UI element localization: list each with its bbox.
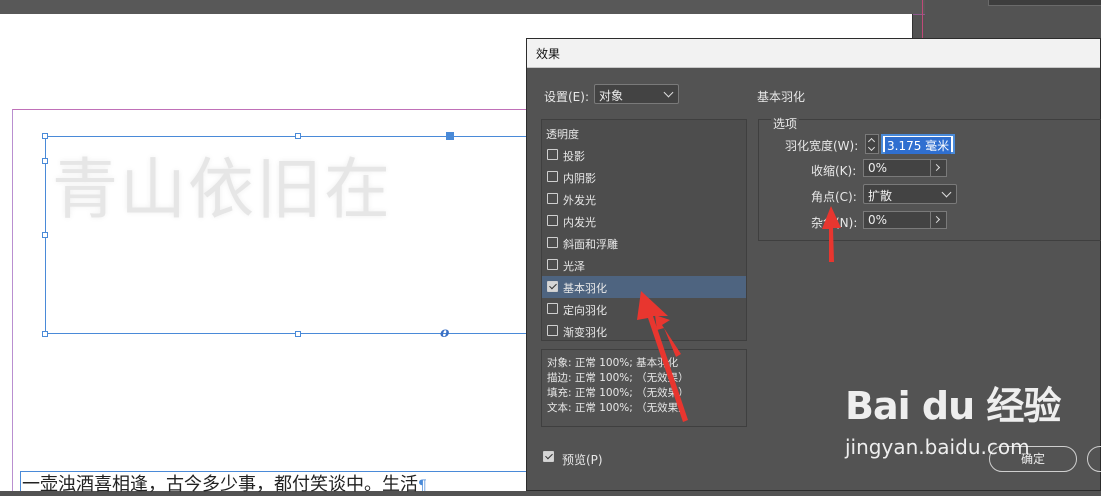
effect-item-basic-feather[interactable]: 基本羽化 xyxy=(542,276,746,298)
dialog-title: 效果 xyxy=(536,47,561,61)
effect-item-satin[interactable]: 光泽 xyxy=(542,254,746,276)
dialog-titlebar[interactable]: 效果 xyxy=(527,39,1100,68)
frame-handle-bottom-center[interactable] xyxy=(295,331,301,337)
feather-width-label: 羽化宽度(W): xyxy=(785,139,859,153)
effect-item-inner-shadow[interactable]: 内阴影 xyxy=(542,166,746,188)
effect-checkbox[interactable] xyxy=(547,259,558,270)
settings-select-value: 对象 xyxy=(599,89,624,103)
panel-tab[interactable] xyxy=(988,0,1101,6)
effects-list: 透明度 投影 内阴影 外发光 内发光 斜面和浮雕 光泽 基本羽化 定向羽化 渐变… xyxy=(541,119,747,341)
feather-width-input[interactable]: 3.175 毫米 xyxy=(881,134,955,154)
effect-checkbox[interactable] xyxy=(547,149,558,160)
effect-checkbox-checked[interactable] xyxy=(547,281,558,292)
effect-checkbox[interactable] xyxy=(547,171,558,182)
frame-handle-left-upper[interactable] xyxy=(42,158,48,164)
effect-item-directional-feather[interactable]: 定向羽化 xyxy=(542,298,746,320)
chevron-right-icon[interactable] xyxy=(930,160,946,176)
noise-input[interactable]: 0% xyxy=(863,211,947,229)
chevron-down-icon xyxy=(663,87,674,98)
noise-label: 杂色(N): xyxy=(811,216,858,230)
anchor-marker: o xyxy=(440,325,450,341)
chevron-right-icon[interactable] xyxy=(930,212,946,228)
effect-label: 基本羽化 xyxy=(563,282,607,295)
corners-select[interactable]: 扩散 xyxy=(863,184,957,204)
feather-width-stepper[interactable] xyxy=(865,134,879,154)
effects-summary: 对象: 正常 100%; 基本羽化 描边: 正常 100%; （无效果） 填充:… xyxy=(541,349,747,427)
effect-label: 投影 xyxy=(563,150,585,163)
body-text[interactable]: 一壶浊酒喜相逢，古今多少事，都付笑谈中。生活¶ xyxy=(22,470,427,496)
effect-checkbox[interactable] xyxy=(547,303,558,314)
pasteboard-top xyxy=(0,0,925,15)
chevron-down-icon[interactable] xyxy=(867,143,876,152)
effect-checkbox[interactable] xyxy=(547,237,558,248)
effect-item-transparency[interactable]: 透明度 xyxy=(542,122,746,144)
preview-checkbox[interactable] xyxy=(543,451,554,462)
summary-object: 对象: 正常 100%; 基本羽化 xyxy=(547,357,679,369)
effects-dialog: 效果 设置(E): 对象 基本羽化 透明度 投影 内阴影 外发光 内发光 斜面和… xyxy=(526,38,1101,491)
effect-label: 内发光 xyxy=(563,216,596,229)
effect-checkbox[interactable] xyxy=(547,193,558,204)
preview-label: 预览(P) xyxy=(562,453,603,467)
corners-label: 角点(C): xyxy=(811,190,857,204)
cancel-button[interactable] xyxy=(1087,446,1101,472)
paragraph-mark: ¶ xyxy=(418,478,427,494)
feather-width-value: 3.175 毫米 xyxy=(885,137,952,154)
choke-label: 收缩(K): xyxy=(811,164,857,178)
choke-input[interactable]: 0% xyxy=(863,159,947,177)
corners-value: 扩散 xyxy=(868,189,893,203)
effect-item-bevel-emboss[interactable]: 斜面和浮雕 xyxy=(542,232,746,254)
effect-item-inner-glow[interactable]: 内发光 xyxy=(542,210,746,232)
effect-label: 外发光 xyxy=(563,194,596,207)
effect-item-gradient-feather[interactable]: 渐变羽化 xyxy=(542,320,746,342)
effect-checkbox[interactable] xyxy=(547,325,558,336)
choke-value: 0% xyxy=(868,161,888,175)
frame-handle-in-port[interactable] xyxy=(446,132,454,140)
effect-label: 渐变羽化 xyxy=(563,326,607,339)
effect-label: 定向羽化 xyxy=(563,304,607,317)
summary-stroke: 描边: 正常 100%; （无效果） xyxy=(547,372,689,384)
summary-text: 文本: 正常 100%; （无效果） xyxy=(547,402,689,414)
effect-item-outer-glow[interactable]: 外发光 xyxy=(542,188,746,210)
effect-label: 斜面和浮雕 xyxy=(563,238,618,251)
ok-button[interactable]: 确定 xyxy=(989,446,1077,472)
settings-select[interactable]: 对象 xyxy=(594,84,679,104)
frame-handle-top-left[interactable] xyxy=(42,133,48,139)
frame-handle-bottom-left[interactable] xyxy=(42,331,48,337)
noise-value: 0% xyxy=(868,213,888,227)
effect-label: 光泽 xyxy=(563,260,585,273)
effect-label: 内阴影 xyxy=(563,172,596,185)
effect-item-drop-shadow[interactable]: 投影 xyxy=(542,144,746,166)
chevron-down-icon xyxy=(941,187,952,198)
settings-label: 设置(E): xyxy=(544,90,589,104)
options-group-label: 选项 xyxy=(771,115,800,132)
section-title: 基本羽化 xyxy=(757,90,806,104)
effect-checkbox[interactable] xyxy=(547,215,558,226)
selected-text-frame[interactable] xyxy=(45,136,535,334)
summary-fill: 填充: 正常 100%; （无效果） xyxy=(547,387,689,399)
frame-handle-top-center[interactable] xyxy=(295,133,301,139)
effect-label: 透明度 xyxy=(546,128,579,141)
frame-handle-middle-left[interactable] xyxy=(42,232,48,238)
body-text-content: 一壶浊酒喜相逢，古今多少事，都付笑谈中。生活 xyxy=(22,474,418,495)
